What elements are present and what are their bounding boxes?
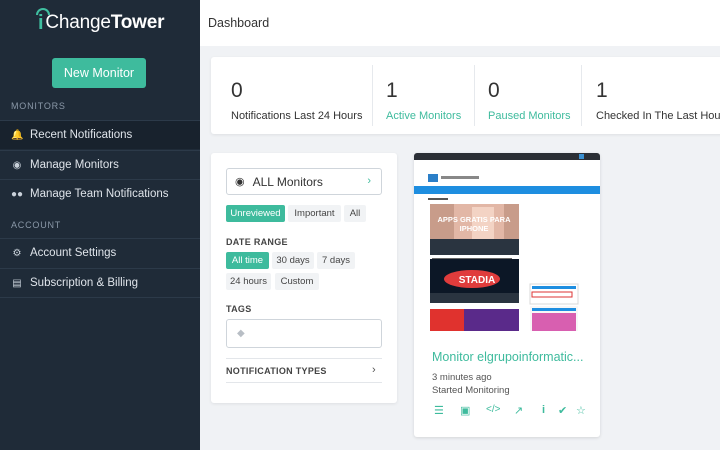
sidebar-item-label: Subscription & Billing	[30, 277, 139, 289]
page-title: Dashboard	[208, 16, 270, 30]
monitor-time: 3 minutes ago	[432, 372, 492, 383]
monitor-card[interactable]: APPS GRATIS PARA IPHONE STADIA Monitor e…	[414, 153, 600, 437]
stat-notifications-24h: 0 Notifications Last 24 Hours	[231, 57, 362, 134]
date-range-custom[interactable]: Custom	[275, 273, 319, 290]
monitor-select-value: ALL Monitors	[252, 174, 323, 189]
stat-label: Notifications Last 24 Hours	[231, 110, 363, 122]
notification-types-toggle[interactable]: NOTIFICATION TYPES ›	[226, 358, 382, 383]
menu-icon[interactable]: ☰	[434, 404, 444, 417]
eye-icon: ◉	[235, 176, 245, 188]
sidebar-item-label: Manage Team Notifications	[30, 188, 169, 200]
date-range-label: DATE RANGE	[226, 237, 288, 247]
monitors-section-heading: MONITORS	[11, 101, 66, 111]
credit-card-icon: ▤	[12, 277, 22, 289]
thumb-headline-2: IPHONE	[460, 224, 489, 233]
tags-input[interactable]: ◆	[226, 319, 382, 348]
logo-text-prefix: Change	[45, 12, 111, 33]
stat-checked-last-hour: 1 Checked In The Last Hour	[596, 57, 720, 134]
new-monitor-button[interactable]: New Monitor	[52, 58, 146, 88]
star-icon[interactable]: ☆	[576, 404, 586, 417]
eye-icon: ◉	[12, 159, 22, 171]
stat-value: 1	[596, 79, 608, 102]
date-range-7-days[interactable]: 7 days	[317, 252, 355, 269]
thumb-stadia-text: STADIA	[459, 275, 495, 286]
tower-icon: i	[35, 7, 51, 34]
monitor-status: Started Monitoring	[432, 385, 510, 396]
thumb-headline-1: APPS GRATIS PARA	[437, 215, 511, 224]
sidebar-item-account-settings[interactable]: ⚙ Account Settings	[0, 238, 200, 267]
logo[interactable]: i Change Tower	[0, 0, 200, 46]
account-section-heading: ACCOUNT	[11, 220, 62, 230]
date-range-30-days[interactable]: 30 days	[272, 252, 314, 269]
stat-value: 0	[231, 79, 243, 102]
tab-all[interactable]: All	[344, 205, 366, 222]
tab-important[interactable]: Important	[288, 205, 341, 222]
users-icon: ●●	[11, 188, 24, 200]
logo-text-bold: Tower	[110, 12, 165, 33]
filters-panel: ◉ ALL Monitors › Unreviewed Important Al…	[211, 153, 397, 403]
tab-unreviewed[interactable]: Unreviewed	[226, 205, 285, 222]
stat-divider	[474, 65, 475, 126]
sidebar: i Change Tower New Monitor MONITORS 🔔 Rec…	[0, 0, 200, 450]
stat-divider	[372, 65, 373, 126]
monitor-actions: ☰ ▣ </> ↗ i ✔ ☆	[434, 404, 594, 418]
sidebar-item-label: Manage Monitors	[30, 159, 119, 171]
stat-divider	[581, 65, 582, 126]
stat-link-label[interactable]: Active Monitors	[386, 110, 461, 122]
sidebar-item-subscription-billing[interactable]: ▤ Subscription & Billing	[0, 268, 200, 298]
sidebar-item-manage-monitors[interactable]: ◉ Manage Monitors	[0, 150, 200, 179]
check-circle-icon[interactable]: ✔	[558, 404, 567, 417]
info-icon[interactable]: i	[542, 404, 545, 416]
sidebar-item-label: Account Settings	[30, 247, 117, 259]
chevron-right-icon: ›	[372, 364, 376, 376]
date-range-all-time[interactable]: All time	[226, 252, 269, 269]
monitor-select[interactable]: ◉ ALL Monitors ›	[226, 168, 382, 195]
stats-panel: 0 Notifications Last 24 Hours 1 Active M…	[211, 57, 720, 134]
sidebar-item-recent-notifications[interactable]: 🔔 Recent Notifications	[0, 120, 200, 149]
sidebar-item-manage-team-notifications[interactable]: ●● Manage Team Notifications	[0, 179, 200, 208]
top-bar: Dashboard	[200, 0, 720, 46]
bell-icon: 🔔	[11, 129, 24, 141]
stat-value: 0	[488, 79, 500, 102]
tags-label: TAGS	[226, 304, 252, 314]
camera-icon[interactable]: ▣	[460, 404, 470, 417]
gear-icon: ⚙	[12, 247, 22, 259]
date-range-24-hours[interactable]: 24 hours	[226, 273, 271, 290]
notification-types-label: NOTIFICATION TYPES	[226, 365, 327, 376]
monitor-title-link[interactable]: Monitor elgrupoinformatic...	[432, 350, 583, 364]
sidebar-item-label: Recent Notifications	[30, 129, 133, 141]
stat-label: Checked In The Last Hour	[596, 110, 720, 122]
tag-icon: ◆	[237, 328, 245, 339]
stat-active-monitors[interactable]: 1 Active Monitors	[386, 57, 461, 134]
code-icon[interactable]: </>	[486, 404, 500, 415]
chevron-right-icon: ›	[367, 175, 371, 187]
monitor-screenshot-thumbnail[interactable]: APPS GRATIS PARA IPHONE STADIA	[414, 153, 600, 331]
stat-paused-monitors[interactable]: 0 Paused Monitors	[488, 57, 571, 134]
stat-value: 1	[386, 79, 398, 102]
external-link-icon[interactable]: ↗	[514, 404, 523, 417]
stat-link-label[interactable]: Paused Monitors	[488, 110, 571, 122]
